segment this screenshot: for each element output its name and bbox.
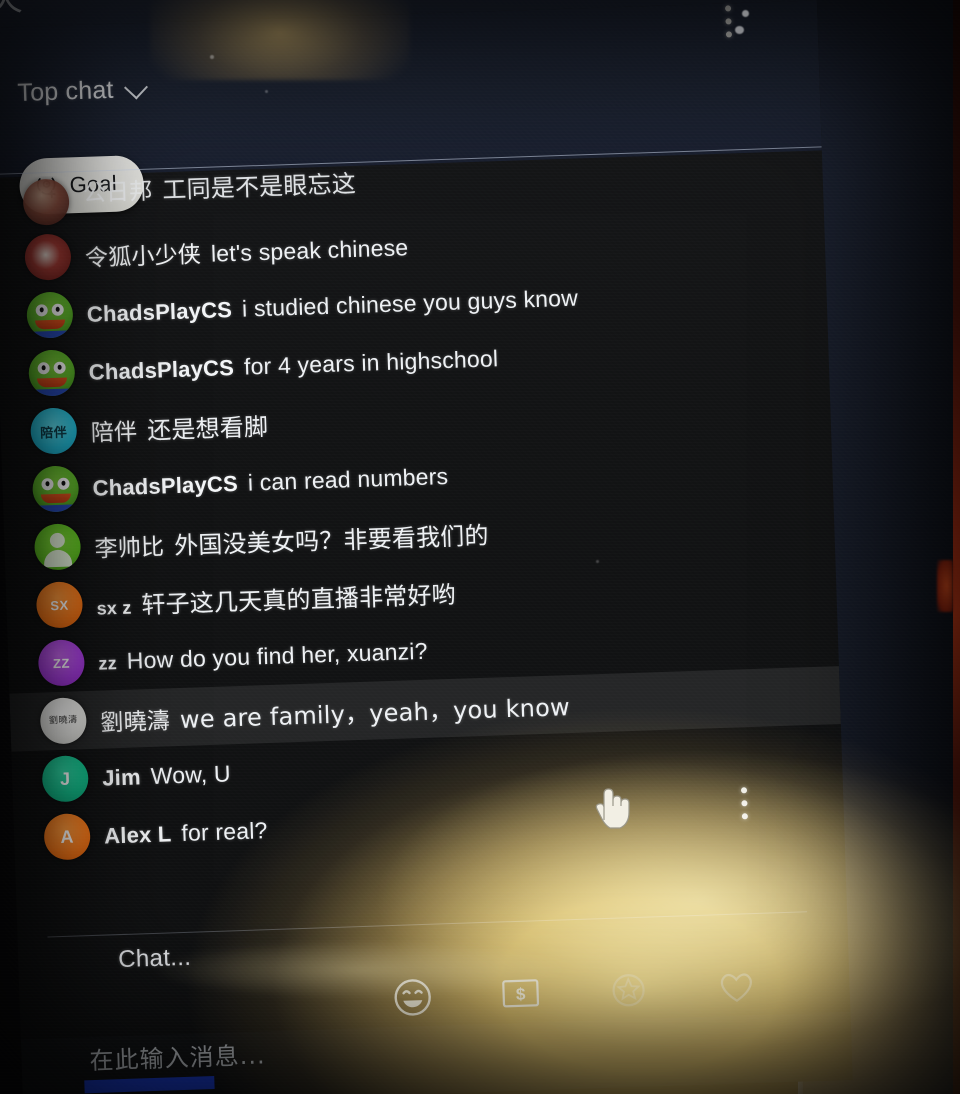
avatar[interactable] bbox=[22, 178, 70, 226]
super-chat-dollar-icon[interactable]: $ bbox=[497, 976, 544, 1012]
message-body: 陪伴 还是想看脚 bbox=[90, 406, 268, 447]
avatar[interactable]: 陪伴 bbox=[29, 407, 78, 455]
chevron-down-icon bbox=[124, 75, 149, 100]
avatar[interactable] bbox=[24, 233, 72, 281]
message-author[interactable]: Alex L bbox=[104, 821, 172, 849]
message-text: 还是想看脚 bbox=[146, 412, 269, 445]
message-text: 轩子这几天真的直播非常好哟 bbox=[140, 580, 457, 619]
top-chat-label: Top chat bbox=[17, 75, 115, 108]
message-body: zz How do you find her, xuanzi? bbox=[98, 637, 428, 675]
message-author[interactable]: ChadsPlayCS bbox=[88, 354, 234, 385]
chat-message-list[interactable]: 公日邦 工同是不是眼忘这 令狐小少侠 let's speak chinese Chads… bbox=[0, 150, 845, 867]
message-author[interactable]: ChadsPlayCS bbox=[92, 470, 238, 501]
message-overflow-menu-icon[interactable] bbox=[740, 787, 748, 820]
message-body: Jim Wow, U bbox=[102, 760, 231, 791]
partial-title-glyph: 天 bbox=[0, 0, 23, 21]
message-body: Alex L for real? bbox=[104, 817, 268, 849]
composer-divider bbox=[47, 911, 808, 938]
message-text: for 4 years in highschool bbox=[243, 344, 499, 380]
heart-icon[interactable] bbox=[713, 965, 760, 1009]
super-sticker-icon[interactable] bbox=[605, 966, 652, 1013]
message-author[interactable]: 李帅比 bbox=[94, 527, 165, 563]
message-author[interactable]: 公日邦 bbox=[82, 171, 153, 207]
avatar[interactable] bbox=[33, 523, 82, 571]
message-author[interactable]: ChadsPlayCS bbox=[86, 297, 232, 328]
chat-input[interactable]: Chat... bbox=[118, 944, 192, 974]
red-light-glow bbox=[937, 560, 953, 612]
avatar[interactable] bbox=[31, 465, 80, 513]
message-text: Wow, U bbox=[150, 759, 232, 789]
message-body: sx z 轩子这几天真的直播非常好哟 bbox=[96, 574, 456, 621]
message-text: 外国没美女吗？非要看我们的 bbox=[173, 521, 490, 560]
message-text: let's speak chinese bbox=[210, 234, 409, 267]
composer-action-row: $ bbox=[389, 963, 760, 1021]
red-light-strip bbox=[953, 0, 960, 1094]
message-author[interactable]: sx z bbox=[96, 597, 132, 619]
emoji-icon[interactable] bbox=[389, 974, 436, 1021]
message-body: ChadsPlayCS i can read numbers bbox=[92, 462, 448, 501]
avatar[interactable]: 劉曉濤 bbox=[39, 697, 88, 745]
avatar[interactable]: J bbox=[41, 755, 90, 803]
avatar[interactable]: A bbox=[43, 813, 91, 861]
message-author[interactable]: zz bbox=[98, 653, 117, 675]
message-text: i can read numbers bbox=[247, 462, 449, 496]
message-author[interactable]: 陪伴 bbox=[90, 412, 138, 448]
avatar[interactable] bbox=[28, 349, 76, 397]
screen-photograph: 天 Top chat Goal bbox=[0, 0, 960, 1094]
ime-placeholder[interactable]: 在此输入消息... bbox=[89, 1035, 266, 1076]
message-author[interactable]: 令狐小少侠 bbox=[84, 235, 202, 273]
message-text: we are family，yeah，you know bbox=[179, 692, 571, 734]
svg-text:$: $ bbox=[516, 985, 527, 1004]
avatar[interactable] bbox=[26, 291, 74, 339]
message-body: ChadsPlayCS for 4 years in highschool bbox=[88, 345, 498, 386]
message-author[interactable]: 劉曉濤 bbox=[100, 701, 171, 737]
message-text: How do you find her, xuanzi? bbox=[126, 637, 428, 674]
message-author[interactable]: Jim bbox=[102, 764, 141, 791]
message-text: i studied chinese you guys know bbox=[241, 284, 579, 322]
pointing-hand-cursor bbox=[592, 782, 636, 840]
avatar[interactable]: SX bbox=[35, 581, 84, 629]
live-chat-panel: 天 Top chat Goal bbox=[0, 0, 853, 1094]
avatar[interactable]: ZZ bbox=[37, 639, 86, 687]
message-body: ChadsPlayCS i studied chinese you guys kn… bbox=[86, 284, 578, 327]
top-chat-selector[interactable]: Top chat bbox=[17, 75, 149, 108]
chat-overflow-menu-icon[interactable] bbox=[724, 5, 733, 38]
message-body: 令狐小少侠 let's speak chinese bbox=[84, 228, 409, 273]
message-text: for real? bbox=[180, 816, 268, 846]
message-body: 劉曉濤 we are family，yeah，you know bbox=[100, 687, 570, 738]
message-body: 李帅比 外国没美女吗？非要看我们的 bbox=[94, 515, 489, 563]
